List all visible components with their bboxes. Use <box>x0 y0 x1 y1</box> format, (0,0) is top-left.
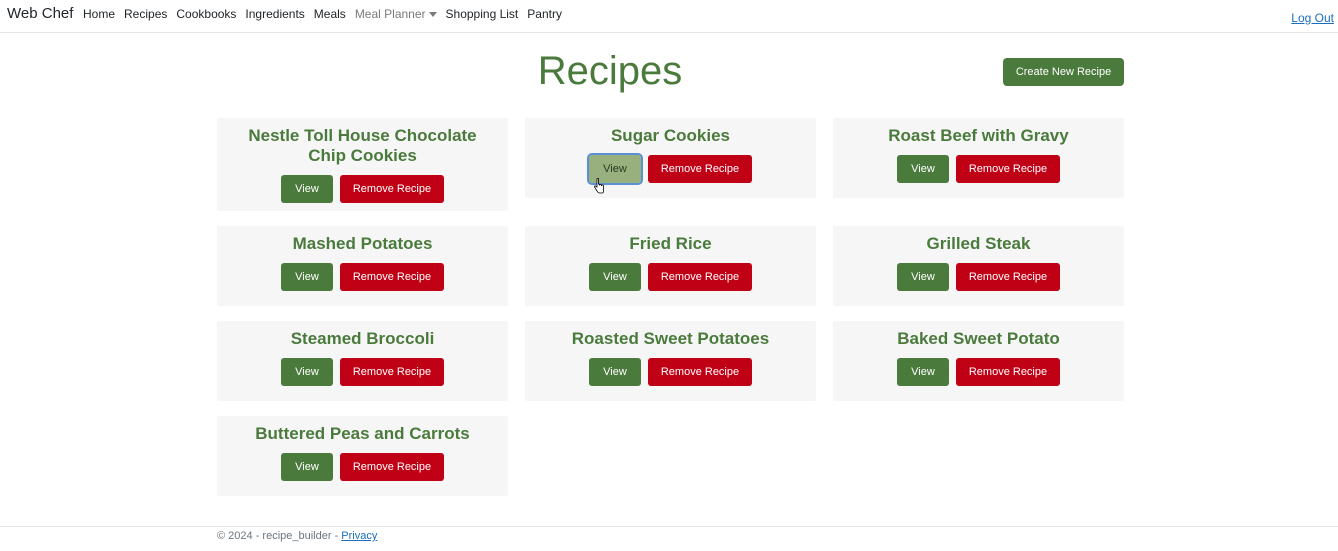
nav-cookbooks[interactable]: Cookbooks <box>176 7 236 21</box>
recipe-title: Sugar Cookies <box>610 126 731 145</box>
nav-ingredients[interactable]: Ingredients <box>245 7 304 21</box>
nav-meals[interactable]: Meals <box>314 7 346 21</box>
recipe-actions: View Remove Recipe <box>217 358 508 386</box>
recipe-actions: View Remove Recipe <box>525 263 816 291</box>
view-button[interactable]: View <box>589 358 641 386</box>
recipe-card: Roast Beef with Gravy View Remove Recipe <box>833 118 1124 198</box>
remove-recipe-button[interactable]: Remove Recipe <box>956 155 1060 183</box>
recipe-actions: View Remove Recipe <box>833 155 1124 183</box>
view-button[interactable]: View <box>897 358 949 386</box>
view-button[interactable]: View <box>897 155 949 183</box>
recipe-card: Sugar Cookies View Remove Recipe <box>525 118 816 198</box>
view-button[interactable]: View <box>281 175 333 203</box>
nav-home[interactable]: Home <box>83 7 115 21</box>
nav-shopping-list[interactable]: Shopping List <box>446 7 519 21</box>
recipe-actions: View Remove Recipe <box>833 358 1124 386</box>
recipe-actions: View Remove Recipe <box>217 453 508 481</box>
remove-recipe-button[interactable]: Remove Recipe <box>340 263 444 291</box>
recipe-title: Roasted Sweet Potatoes <box>571 329 770 348</box>
remove-recipe-button[interactable]: Remove Recipe <box>648 155 752 183</box>
recipe-card: Nestle Toll House Chocolate Chip Cookies… <box>217 118 508 211</box>
recipe-card: Buttered Peas and Carrots View Remove Re… <box>217 416 508 496</box>
nav-meal-planner-label: Meal Planner <box>354 7 426 21</box>
recipe-title: Steamed Broccoli <box>290 329 435 348</box>
view-button[interactable]: View <box>281 453 333 481</box>
remove-recipe-button[interactable]: Remove Recipe <box>956 263 1060 291</box>
recipe-title: Roast Beef with Gravy <box>888 126 1069 145</box>
nav-meal-planner-dropdown[interactable]: Meal Planner <box>355 7 437 21</box>
remove-recipe-button[interactable]: Remove Recipe <box>648 358 752 386</box>
recipe-card: Steamed Broccoli View Remove Recipe <box>217 321 508 401</box>
remove-recipe-button[interactable]: Remove Recipe <box>340 358 444 386</box>
recipe-actions: View Remove Recipe <box>833 263 1124 291</box>
hand-pointer-icon <box>594 178 604 194</box>
logout-link[interactable]: Log Out <box>1291 11 1334 25</box>
remove-recipe-button[interactable]: Remove Recipe <box>956 358 1060 386</box>
recipe-card: Fried Rice View Remove Recipe <box>525 226 816 306</box>
nav-recipes[interactable]: Recipes <box>124 7 167 21</box>
recipe-title: Buttered Peas and Carrots <box>255 424 470 443</box>
view-button[interactable]: View <box>897 263 949 291</box>
nav-links: Home Recipes Cookbooks Ingredients Meals… <box>83 7 571 21</box>
recipe-title: Fried Rice <box>629 234 712 253</box>
recipe-actions: View Remove Recipe <box>217 175 508 203</box>
recipe-actions: View Remove Recipe <box>525 358 816 386</box>
caret-down-icon <box>428 11 437 17</box>
recipe-card: Baked Sweet Potato View Remove Recipe <box>833 321 1124 401</box>
remove-recipe-button[interactable]: Remove Recipe <box>340 453 444 481</box>
view-button[interactable]: View <box>589 263 641 291</box>
recipe-title: Nestle Toll House Chocolate Chip Cookies <box>248 126 477 165</box>
recipe-actions: View Remove Recipe <box>217 263 508 291</box>
recipe-card: Mashed Potatoes View Remove Recipe <box>217 226 508 306</box>
remove-recipe-button[interactable]: Remove Recipe <box>340 175 444 203</box>
recipe-title: Grilled Steak <box>926 234 1031 253</box>
recipe-title: Mashed Potatoes <box>292 234 433 253</box>
copyright-text: © 2024 - recipe_builder - <box>217 530 342 542</box>
recipe-title: Baked Sweet Potato <box>897 329 1060 348</box>
create-new-recipe-button[interactable]: Create New Recipe <box>1003 58 1124 86</box>
footer-text: © 2024 - recipe_builder - Privacy <box>217 530 377 542</box>
brand-link[interactable]: Web Chef <box>7 5 73 22</box>
recipe-card: Grilled Steak View Remove Recipe <box>833 226 1124 306</box>
recipe-actions: View Remove Recipe <box>525 153 816 185</box>
footer: © 2024 - recipe_builder - Privacy <box>0 526 1338 551</box>
view-button[interactable]: View <box>281 358 333 386</box>
recipe-grid: Nestle Toll House Chocolate Chip Cookies… <box>217 118 1125 496</box>
recipe-card: Roasted Sweet Potatoes View Remove Recip… <box>525 321 816 401</box>
remove-recipe-button[interactable]: Remove Recipe <box>648 263 752 291</box>
nav-pantry[interactable]: Pantry <box>527 7 562 21</box>
view-button[interactable]: View <box>281 263 333 291</box>
top-navbar: Web Chef Home Recipes Cookbooks Ingredie… <box>0 0 1338 33</box>
privacy-link[interactable]: Privacy <box>341 530 377 542</box>
